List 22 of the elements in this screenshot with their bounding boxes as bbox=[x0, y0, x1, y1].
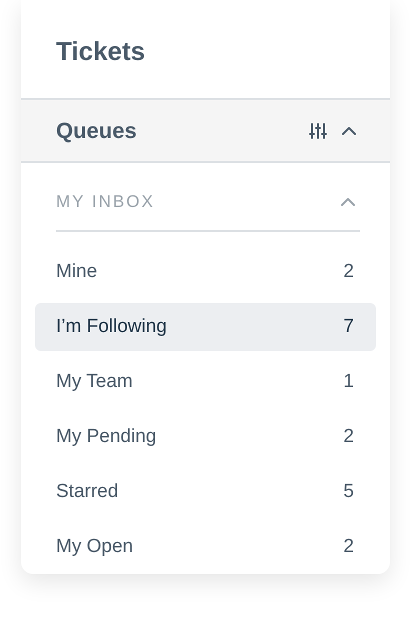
queue-label: Starred bbox=[56, 481, 120, 503]
section-label: MY INBOX bbox=[56, 192, 156, 212]
queue-label: I’m Following bbox=[56, 316, 168, 338]
queue-count: 2 bbox=[343, 426, 354, 448]
queue-label: My Open bbox=[56, 536, 134, 558]
queue-label: Mine bbox=[56, 261, 98, 283]
queue-item[interactable]: Starred 5 bbox=[35, 468, 376, 516]
sliders-icon bbox=[309, 122, 327, 138]
queue-label: My Pending bbox=[56, 426, 158, 448]
queue-item[interactable]: My Pending 2 bbox=[35, 413, 376, 461]
queue-item[interactable]: I’m Following 7 bbox=[35, 303, 376, 351]
queue-item[interactable]: My Team 1 bbox=[35, 358, 376, 406]
queues-title: Queues bbox=[56, 118, 138, 144]
queue-count: 2 bbox=[343, 536, 354, 558]
queue-label: My Team bbox=[56, 371, 134, 393]
queue-count: 2 bbox=[343, 261, 354, 283]
queue-count: 7 bbox=[343, 316, 354, 338]
queue-item[interactable]: Mine 2 bbox=[35, 248, 376, 296]
queue-item[interactable]: My Open 2 bbox=[35, 523, 376, 571]
panel-title: Tickets bbox=[56, 34, 146, 66]
queue-count: 5 bbox=[343, 481, 354, 503]
queue-count: 1 bbox=[343, 371, 354, 393]
